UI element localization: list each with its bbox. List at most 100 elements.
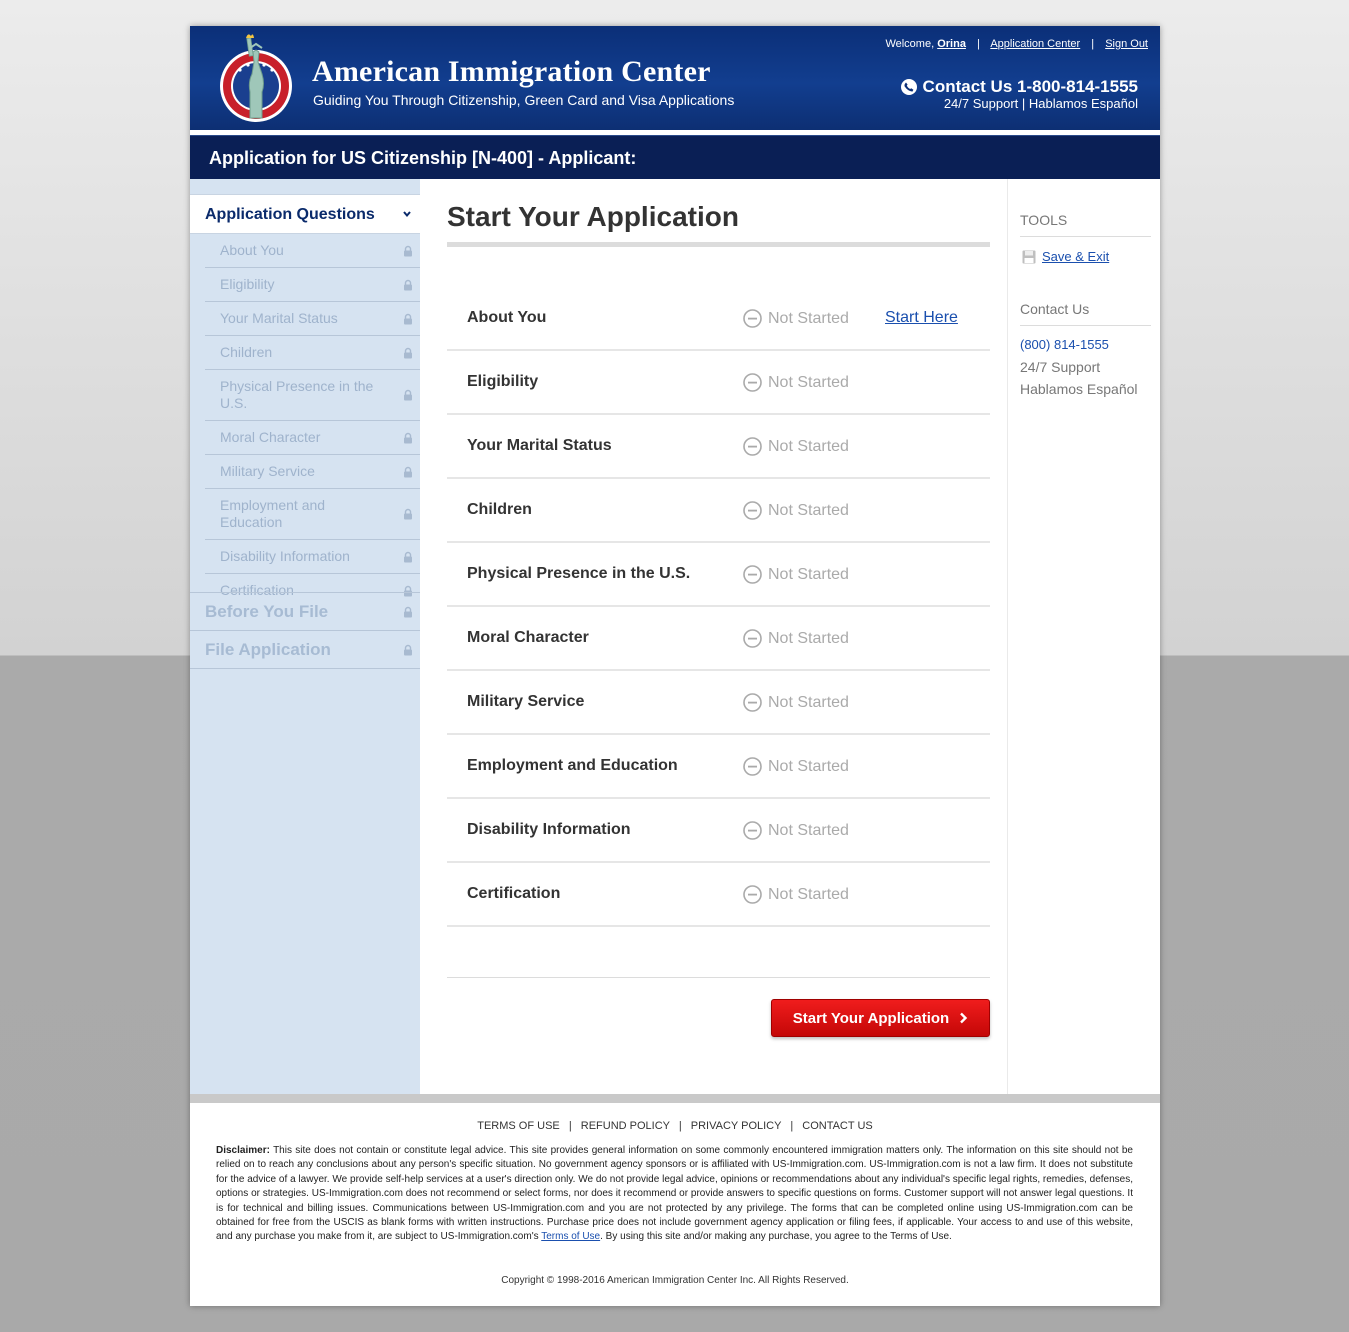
page: American Immigration Center Guiding You …: [190, 26, 1160, 1306]
footer-divider: [190, 1094, 1160, 1103]
sidebar-item-label: Eligibility: [220, 276, 275, 292]
sidebar-item-eligibility[interactable]: Eligibility: [205, 268, 420, 302]
sidebar-subitems: About You Eligibility Your Marital Statu…: [205, 234, 420, 607]
lock-icon: [404, 508, 412, 520]
step-row-employment-education: Employment and Education Not Started: [447, 735, 990, 799]
lock-icon: [404, 606, 412, 617]
privacy-policy-link[interactable]: PRIVACY POLICY: [691, 1120, 781, 1132]
step-status: Not Started: [743, 821, 849, 840]
account-links: Welcome, Orina | Application Center | Si…: [885, 38, 1148, 50]
sign-out-link[interactable]: Sign Out: [1105, 38, 1148, 50]
start-your-application-button[interactable]: Start Your Application: [771, 999, 990, 1037]
step-status: Not Started: [743, 309, 849, 328]
step-name: Moral Character: [467, 629, 589, 646]
phone-icon: [900, 79, 917, 95]
sidebar-item-disability-information[interactable]: Disability Information: [205, 540, 420, 574]
sidebar-item-moral-character[interactable]: Moral Character: [205, 421, 420, 455]
step-status: Not Started: [743, 373, 849, 392]
step-row-certification: Certification Not Started: [447, 863, 990, 927]
sidebar-item-label: Employment and Education: [220, 497, 326, 530]
disclaimer-tail: . By using this site and/or making any p…: [600, 1231, 952, 1243]
terms-of-use-link[interactable]: TERMS OF USE: [477, 1120, 560, 1132]
step-name: Certification: [467, 885, 561, 902]
sidebar-item-label: Military Service: [220, 463, 315, 479]
step-status-text: Not Started: [768, 565, 849, 583]
not-started-icon: [743, 693, 762, 712]
chevron-right-icon: [960, 1012, 968, 1024]
sidebar-sections: Before You File File Application: [190, 592, 420, 669]
step-status-text: Not Started: [768, 821, 849, 839]
lock-icon: [404, 644, 412, 655]
step-status: Not Started: [743, 629, 849, 648]
not-started-icon: [743, 821, 762, 840]
step-name: Physical Presence in the U.S.: [467, 565, 691, 582]
step-name: Employment and Education: [467, 757, 678, 774]
not-started-icon: [743, 757, 762, 776]
save-exit-link[interactable]: Save & Exit: [1022, 249, 1109, 264]
separator: |: [568, 1120, 572, 1132]
username-link[interactable]: Orina: [937, 38, 966, 50]
sidebar-item-military-service[interactable]: Military Service: [205, 455, 420, 489]
sidebar-section-before-you-file[interactable]: Before You File: [190, 593, 420, 631]
step-status-text: Not Started: [768, 693, 849, 711]
step-status-text: Not Started: [768, 885, 849, 903]
separator: |: [1091, 38, 1095, 50]
step-row-disability-information: Disability Information Not Started: [447, 799, 990, 863]
sidebar-item-about-you[interactable]: About You: [205, 234, 420, 268]
sidebar-section-application-questions[interactable]: Application Questions: [190, 194, 420, 234]
support-line: 24/7 Support | Hablamos Español: [943, 96, 1138, 111]
sidebar-section-file-application[interactable]: File Application: [190, 631, 420, 669]
tools-panel: TOOLS Save & Exit Contact Us (800) 814-1…: [1007, 179, 1160, 1094]
separator: |: [790, 1120, 794, 1132]
lock-icon: [404, 551, 412, 562]
step-name: Children: [467, 501, 532, 518]
sidebar-item-physical-presence[interactable]: Physical Presence in the U.S.: [205, 370, 420, 421]
lock-icon: [404, 279, 412, 290]
tools-phone-link[interactable]: (800) 814-1555: [1020, 337, 1109, 352]
copyright: Copyright © 1998-2016 American Immigrati…: [501, 1275, 849, 1286]
step-row-physical-presence: Physical Presence in the U.S. Not Starte…: [447, 543, 990, 607]
step-row-military-service: Military Service Not Started: [447, 671, 990, 735]
application-center-link[interactable]: Application Center: [990, 38, 1080, 50]
step-status-text: Not Started: [768, 437, 849, 455]
start-here-link[interactable]: Start Here: [885, 309, 958, 327]
disclaimer: Disclaimer: This site does not contain o…: [216, 1144, 1133, 1245]
not-started-icon: [743, 501, 762, 520]
sidebar-item-employment-education[interactable]: Employment and Education: [205, 489, 420, 540]
sidebar-item-label: Your Marital Status: [220, 310, 338, 326]
step-row-about-you: About You Not Started Start Here: [447, 287, 990, 351]
step-status: Not Started: [743, 693, 849, 712]
step-status-text: Not Started: [768, 373, 849, 391]
sidebar-item-label: About You: [220, 242, 284, 258]
save-exit-label: Save & Exit: [1042, 249, 1110, 264]
step-name: Eligibility: [467, 373, 539, 390]
brand-tagline: Guiding You Through Citizenship, Green C…: [313, 92, 735, 108]
sidebar: Application Questions About You Eligibil…: [190, 179, 420, 1094]
statue-of-liberty-logo[interactable]: [210, 32, 302, 124]
application-title: Application for US Citizenship [N-400] -…: [209, 148, 637, 168]
refund-policy-link[interactable]: REFUND POLICY: [581, 1120, 670, 1132]
separator: |: [678, 1120, 682, 1132]
site-header: American Immigration Center Guiding You …: [190, 26, 1160, 130]
not-started-icon: [743, 885, 762, 904]
not-started-icon: [743, 437, 762, 456]
sidebar-item-marital-status[interactable]: Your Marital Status: [205, 302, 420, 336]
contact-us-link[interactable]: CONTACT US: [802, 1120, 873, 1132]
brand-name[interactable]: American Immigration Center: [312, 55, 711, 89]
welcome-label: Welcome,: [885, 38, 935, 50]
step-status-text: Not Started: [768, 757, 849, 775]
step-row-moral-character: Moral Character Not Started: [447, 607, 990, 671]
sidebar-item-children[interactable]: Children: [205, 336, 420, 370]
contact-phone-text: Contact Us 1-800-814-1555: [922, 77, 1138, 96]
step-status: Not Started: [743, 885, 849, 904]
not-started-icon: [743, 565, 762, 584]
lock-icon: [404, 389, 412, 401]
step-status: Not Started: [743, 757, 849, 776]
terms-of-use-inline-link[interactable]: Terms of Use: [541, 1231, 600, 1242]
step-name: Your Marital Status: [467, 437, 612, 454]
step-row-eligibility: Eligibility Not Started: [447, 351, 990, 415]
step-name: Military Service: [467, 693, 585, 710]
start-button-label: Start Your Application: [792, 1009, 950, 1027]
chevron-down-icon: [403, 211, 411, 218]
lock-icon: [404, 347, 412, 358]
